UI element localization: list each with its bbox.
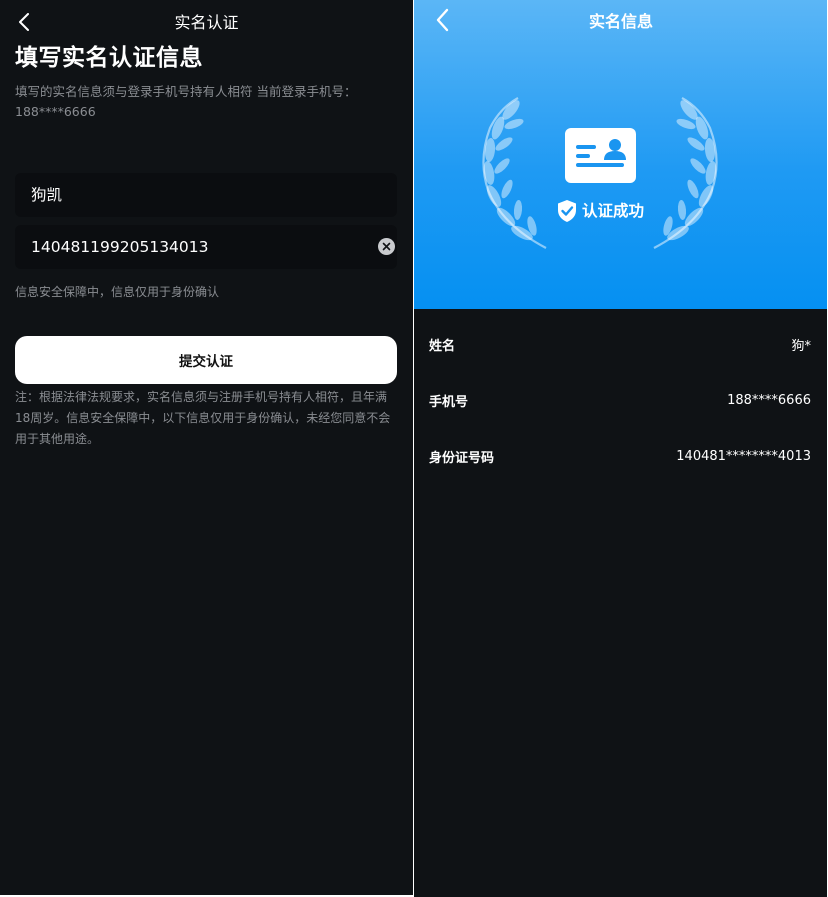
security-note: 信息安全保障中，信息仅用于身份确认 [15, 285, 220, 299]
info-label: 身份证号码 [429, 450, 495, 466]
success-banner: 实名信息 认证成功 [414, 0, 827, 309]
info-label: 手机号 [429, 394, 469, 410]
info-row-id-number: 身份证号码 140481********4013 [429, 444, 811, 468]
success-status: 认证成功 [556, 199, 644, 223]
page-heading: 填写实名认证信息 [15, 45, 203, 71]
info-row-name: 姓名 狗* [429, 332, 811, 356]
info-value: 188****6666 [727, 392, 811, 408]
id-number-value[interactable]: 140481199205134013 [31, 237, 209, 257]
real-name-form-screen: 实名认证 填写实名认证信息 填写的实名信息须与登录手机号持有人相符 当前登录手机… [0, 0, 413, 895]
laurel-icon [482, 97, 718, 249]
submit-button[interactable]: 提交认证 [15, 336, 397, 384]
name-field[interactable]: 狗凯 [15, 173, 397, 217]
info-value: 140481********4013 [676, 448, 811, 464]
instruction-text: 填写的实名信息须与登录手机号持有人相符 当前登录手机号： 188****6666 [15, 82, 385, 122]
clear-icon[interactable] [378, 238, 395, 255]
legal-note: 注：根据法律法规要求，实名信息须与注册手机号持有人相符，且年满18周岁。信息安全… [15, 390, 391, 446]
current-phone: 188****6666 [15, 104, 96, 119]
shield-check-icon [558, 200, 576, 222]
id-card-icon [565, 128, 636, 183]
real-name-info-screen: 实名信息 认证成功 姓名 狗* 手机号 188****6666 身份证号码 14… [414, 0, 827, 897]
info-value: 狗* [791, 338, 811, 354]
success-text: 认证成功 [582, 202, 645, 220]
info-label: 姓名 [429, 338, 456, 354]
nav-title: 实名认证 [174, 13, 239, 32]
id-number-field[interactable]: 140481199205134013 [15, 225, 397, 269]
name-value[interactable]: 狗凯 [31, 185, 62, 205]
instruction-line: 填写的实名信息须与登录手机号持有人相符 当前登录手机号： [15, 84, 357, 99]
info-row-phone: 手机号 188****6666 [429, 388, 811, 412]
